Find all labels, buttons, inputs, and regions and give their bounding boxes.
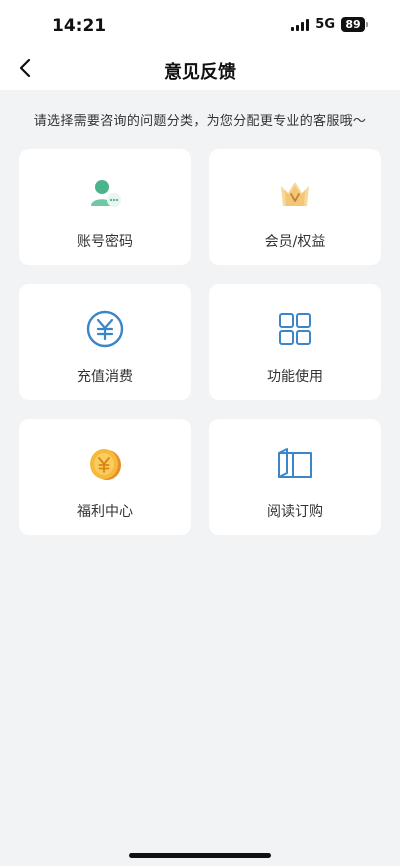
status-indicators: 5G 89 [291, 17, 368, 32]
network-type: 5G [315, 17, 335, 32]
category-label: 阅读订购 [267, 504, 323, 520]
category-card-features[interactable]: 功能使用 [209, 284, 381, 400]
battery-level: 89 [341, 17, 365, 32]
home-indicator[interactable] [129, 853, 271, 858]
book-icon [274, 443, 316, 485]
grid-icon [274, 308, 316, 350]
status-bar: 14:21 5G 89 [0, 0, 400, 50]
category-grid: 账号密码 会员/权益 充值消费 功能使用 福利中心 阅读订购 [0, 149, 400, 535]
category-label: 充值消费 [77, 369, 133, 385]
crown-icon [274, 173, 316, 215]
category-card-account[interactable]: 账号密码 [19, 149, 191, 265]
battery-icon: 89 [341, 17, 368, 32]
category-label: 会员/权益 [264, 234, 326, 250]
category-label: 功能使用 [267, 369, 323, 385]
category-label: 账号密码 [77, 234, 133, 250]
status-time: 14:21 [52, 16, 107, 36]
page-title: 意见反馈 [164, 62, 236, 83]
signal-icon [291, 18, 310, 31]
category-card-recharge[interactable]: 充值消费 [19, 284, 191, 400]
category-card-benefits[interactable]: 福利中心 [19, 419, 191, 535]
category-card-membership[interactable]: 会员/权益 [209, 149, 381, 265]
coin-icon [84, 443, 126, 485]
category-label: 福利中心 [77, 504, 133, 520]
category-card-reading[interactable]: 阅读订购 [209, 419, 381, 535]
nav-bar: 意见反馈 [0, 50, 400, 90]
subtitle-text: 请选择需要咨询的问题分类，为您分配更专业的客服哦～ [33, 114, 367, 129]
yuan-icon [84, 308, 126, 350]
account-icon [84, 173, 126, 215]
